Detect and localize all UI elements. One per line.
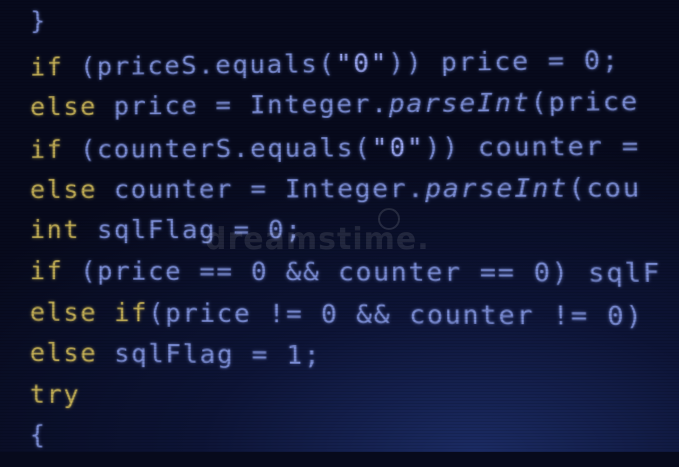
code-line-10: try	[30, 379, 81, 410]
code-keyword: if	[29, 256, 64, 286]
code-line-11: {	[30, 420, 47, 451]
code-keyword: else if	[29, 297, 149, 328]
code-line-2: if (priceS.equals("0")) price = 0;	[30, 45, 620, 83]
code-line-8: else if(price != 0 && counter != 0)	[30, 297, 644, 332]
watermark: dreamstime.	[205, 222, 430, 257]
code-token: }	[30, 6, 47, 36]
code-token: (priceS.equals(	[63, 48, 336, 82]
code-token: counter = Integer.	[97, 173, 426, 204]
code-keyword: else	[30, 174, 98, 204]
code-line-7: if (price == 0 && counter == 0) sqlF	[30, 256, 662, 289]
code-token: "0"	[335, 48, 389, 79]
code-token: (counterS.equals(	[63, 132, 372, 164]
code-token: parseInt	[388, 87, 531, 119]
code-line-9: else sqlFlag = 1;	[30, 338, 322, 372]
code-keyword: else	[30, 91, 97, 122]
code-token: parseInt	[424, 172, 569, 204]
code-line-1: }	[30, 6, 47, 36]
code-line-4: if (counterS.equals("0")) counter =	[30, 131, 640, 165]
code-line-5: else counter = Integer.parseInt(cou	[30, 173, 641, 205]
code-keyword: try	[29, 379, 81, 410]
code-keyword: if	[30, 52, 64, 82]
code-keyword: if	[30, 134, 64, 165]
code-token: (price	[530, 86, 640, 118]
code-token: )) price = 0;	[388, 44, 621, 78]
code-keyword: else	[29, 337, 98, 368]
code-token: (price == 0 && counter == 0) sqlF	[63, 256, 662, 289]
code-line-3: else price = Integer.parseInt(price	[30, 86, 639, 122]
code-token: (cou	[567, 172, 642, 204]
code-token: price = Integer.	[96, 88, 389, 121]
code-token: sqlFlag = 1;	[97, 338, 322, 371]
code-token: (price != 0 && counter != 0)	[148, 297, 645, 332]
code-token: {	[29, 419, 47, 450]
code-token: "0"	[371, 132, 425, 163]
code-keyword: int	[29, 214, 81, 245]
code-token: )) counter =	[424, 130, 641, 163]
